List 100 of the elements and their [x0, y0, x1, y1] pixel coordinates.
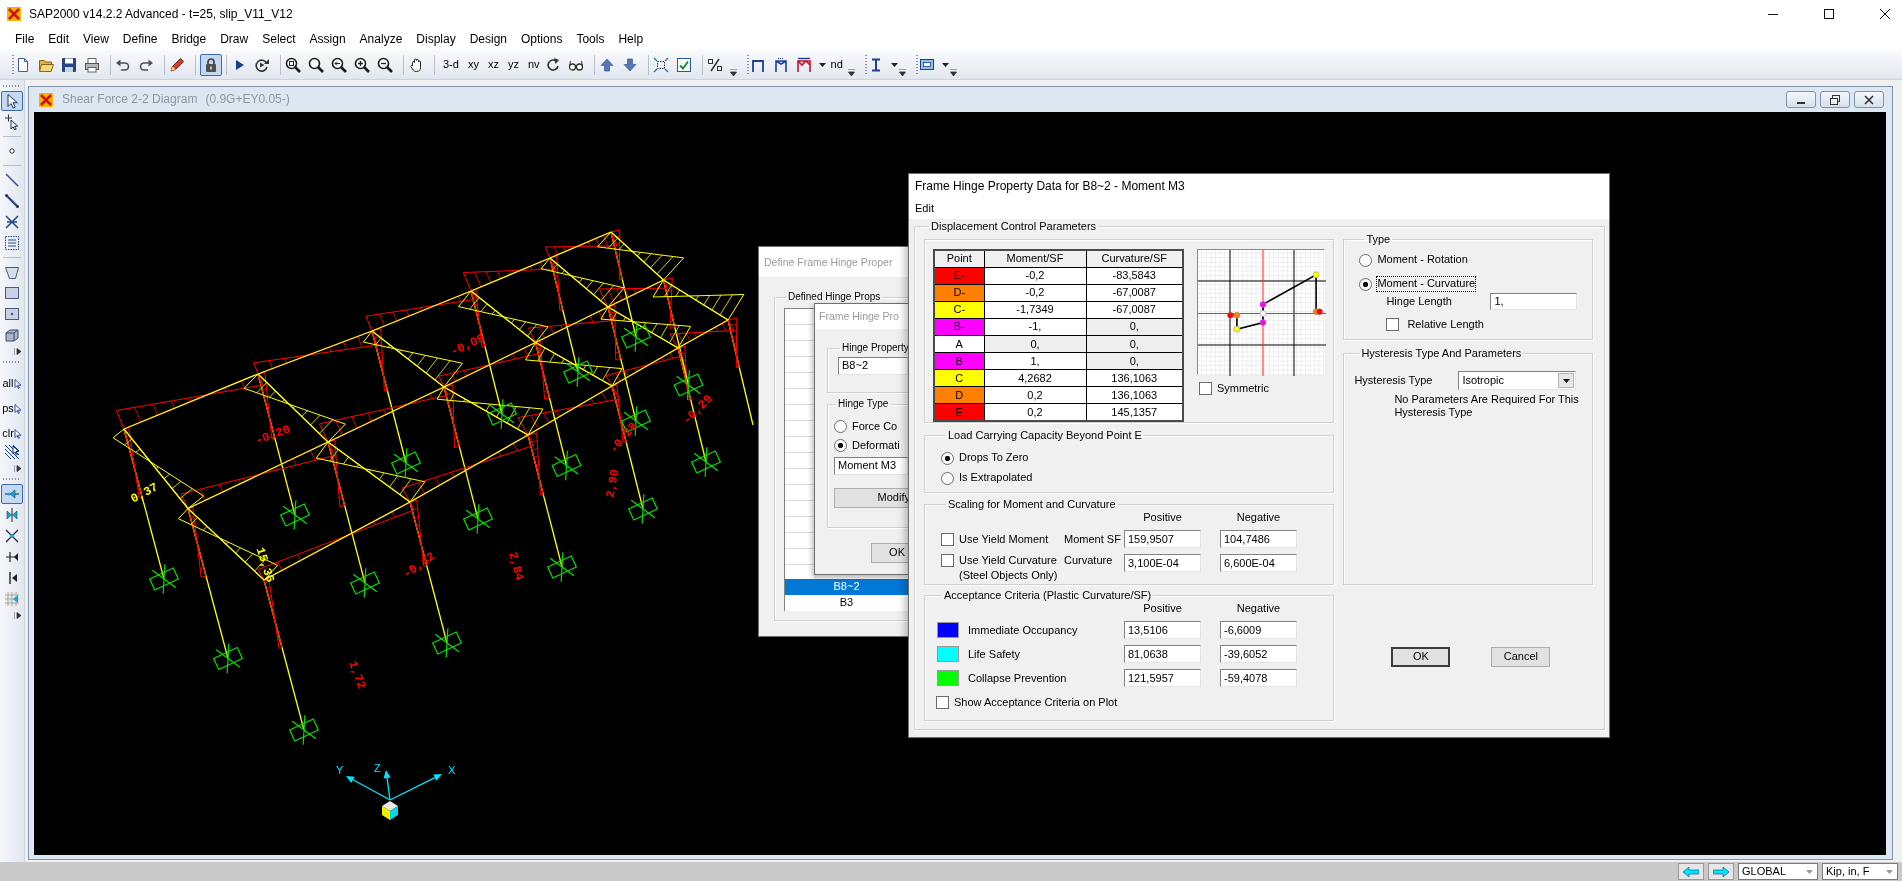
grip-icon[interactable]: [915, 54, 918, 75]
checkbox[interactable]: [1386, 318, 1400, 332]
zoom-out-icon[interactable]: [377, 56, 393, 73]
select-button[interactable]: clr: [1, 419, 23, 439]
caret-icon[interactable]: [818, 62, 826, 67]
value-field[interactable]: 121,5957: [1124, 669, 1201, 688]
tick-box-icon[interactable]: [675, 56, 692, 73]
value-field[interactable]: 159,9507: [1124, 530, 1201, 549]
radio-button[interactable]: [834, 420, 847, 433]
menu-item[interactable]: Assign: [302, 30, 353, 48]
braced-frame-icon[interactable]: [772, 56, 789, 73]
polygon-icon[interactable]: [4, 264, 20, 280]
menu-item[interactable]: Help: [611, 30, 651, 48]
table-cell[interactable]: 4,2682: [984, 369, 1086, 387]
double-triangle-icon[interactable]: [4, 507, 20, 523]
units-dropdown[interactable]: Kip, in, F: [1822, 863, 1898, 880]
hatched-pointer-icon[interactable]: [4, 444, 20, 460]
truss-frame-icon[interactable]: [795, 56, 812, 73]
minimize-button[interactable]: [1786, 91, 1816, 108]
rotate-icon[interactable]: [544, 56, 561, 73]
view-button[interactable]: nv: [523, 53, 544, 76]
coordinate-system-dropdown[interactable]: GLOBAL: [1738, 863, 1818, 880]
circular-arrow-icon[interactable]: [254, 56, 270, 73]
rectangle-point-icon[interactable]: [4, 306, 20, 322]
dotted-list-icon[interactable]: [4, 235, 20, 251]
toolbar-overflow-icon[interactable]: [14, 348, 21, 355]
down-arrow-icon[interactable]: [621, 56, 638, 73]
grip-icon[interactable]: [864, 54, 867, 75]
close-button[interactable]: [1854, 91, 1884, 108]
cross-triangle-icon[interactable]: [4, 549, 20, 565]
menu-item[interactable]: Analyze: [352, 30, 410, 48]
view-button[interactable]: 3-d: [439, 53, 463, 76]
view-button[interactable]: xy: [463, 53, 483, 76]
pointer-crosshair-icon[interactable]: [4, 114, 20, 130]
checkbox[interactable]: [1199, 382, 1212, 396]
grip-icon[interactable]: [746, 54, 749, 75]
toolbar-overflow-icon[interactable]: [898, 69, 906, 76]
table-cell[interactable]: 1,: [984, 352, 1086, 370]
view-button[interactable]: yz: [503, 53, 523, 76]
menu-item[interactable]: Edit: [41, 30, 77, 48]
menu-item[interactable]: View: [76, 30, 116, 48]
toolbar-overflow-icon[interactable]: [847, 69, 855, 76]
line-segment-icon[interactable]: [4, 193, 20, 209]
x-brace-icon[interactable]: [4, 214, 20, 230]
value-field[interactable]: 81,0638: [1124, 645, 1201, 664]
menu-item[interactable]: Tools: [569, 30, 612, 48]
radio-button[interactable]: [834, 439, 847, 452]
up-arrow-icon[interactable]: [598, 56, 615, 73]
printer-icon[interactable]: [84, 56, 100, 73]
restore-button[interactable]: [1820, 91, 1850, 108]
menu-item[interactable]: Options: [514, 30, 570, 48]
monitor-icon[interactable]: [918, 56, 935, 73]
menu-item[interactable]: Define: [115, 30, 165, 48]
dashed-square-icon[interactable]: [652, 56, 669, 73]
toolbar-overflow-icon[interactable]: [14, 465, 21, 472]
radio-button[interactable]: [941, 471, 954, 485]
toolbar-overflow-icon[interactable]: [729, 69, 737, 76]
checkbox[interactable]: [941, 554, 954, 568]
value-field[interactable]: -59,4078: [1220, 669, 1297, 688]
close-icon[interactable]: [1880, 9, 1890, 19]
select-button[interactable]: ps: [1, 394, 23, 414]
hinge-length-field[interactable]: 1,: [1490, 293, 1578, 310]
dialog-button[interactable]: Cancel: [1491, 647, 1551, 667]
value-field[interactable]: 13,5106: [1124, 621, 1201, 640]
table-cell[interactable]: 0,2: [984, 386, 1086, 404]
ok-button[interactable]: OK: [871, 543, 909, 563]
zoom-in-icon[interactable]: [354, 56, 370, 73]
property-name-field[interactable]: B8~2: [838, 357, 908, 375]
menu-item[interactable]: Bridge: [164, 30, 214, 48]
minimize-icon[interactable]: [1768, 13, 1778, 15]
pencil-icon[interactable]: [169, 56, 185, 73]
hinge-points-table[interactable]: Point Moment/SF Curvature/SF E- -0,2 -83,5843 D- -0,2 -67,0087 C- -1,7349 -67,0087 B- -1, 0, A 0, 0, B 1, 0, C 4,2682 136,1063 D 0,2 136,1063 E 0,2 145,1357: [933, 249, 1184, 422]
menu-item[interactable]: File: [8, 30, 42, 48]
percent-icon[interactable]: [706, 56, 723, 73]
caret-icon[interactable]: [890, 62, 898, 67]
value-field[interactable]: 3,100E-04: [1124, 554, 1201, 573]
value-field[interactable]: 6,600E-04: [1220, 554, 1297, 573]
caret-icon[interactable]: [941, 62, 949, 67]
checkbox[interactable]: [941, 532, 954, 546]
radio-button[interactable]: [1359, 253, 1373, 267]
toolbar-overflow-icon[interactable]: [949, 69, 957, 76]
dialog-button[interactable]: OK: [1391, 647, 1451, 667]
new-document-icon[interactable]: [15, 56, 31, 73]
menu-item[interactable]: Design: [462, 30, 515, 48]
menu-item[interactable]: Draw: [213, 30, 256, 48]
grid-triangle-icon[interactable]: [4, 591, 20, 607]
menu-item[interactable]: Select: [255, 30, 303, 48]
maximize-icon[interactable]: [1824, 9, 1834, 19]
magnifier-square-icon[interactable]: [285, 56, 301, 73]
radio-button[interactable]: [1359, 277, 1373, 291]
menu-item[interactable]: Display: [409, 30, 463, 48]
menu-item[interactable]: Edit: [910, 201, 939, 217]
node-button[interactable]: nd: [826, 53, 847, 76]
value-field[interactable]: -39,6052: [1220, 645, 1297, 664]
checkbox[interactable]: [936, 696, 949, 710]
table-cell[interactable]: -1,: [984, 318, 1086, 336]
view-button[interactable]: xz: [483, 53, 503, 76]
cross-dot-icon[interactable]: [4, 528, 20, 544]
radio-button[interactable]: [941, 451, 954, 465]
hinge-type-field[interactable]: Moment M3: [834, 457, 908, 475]
